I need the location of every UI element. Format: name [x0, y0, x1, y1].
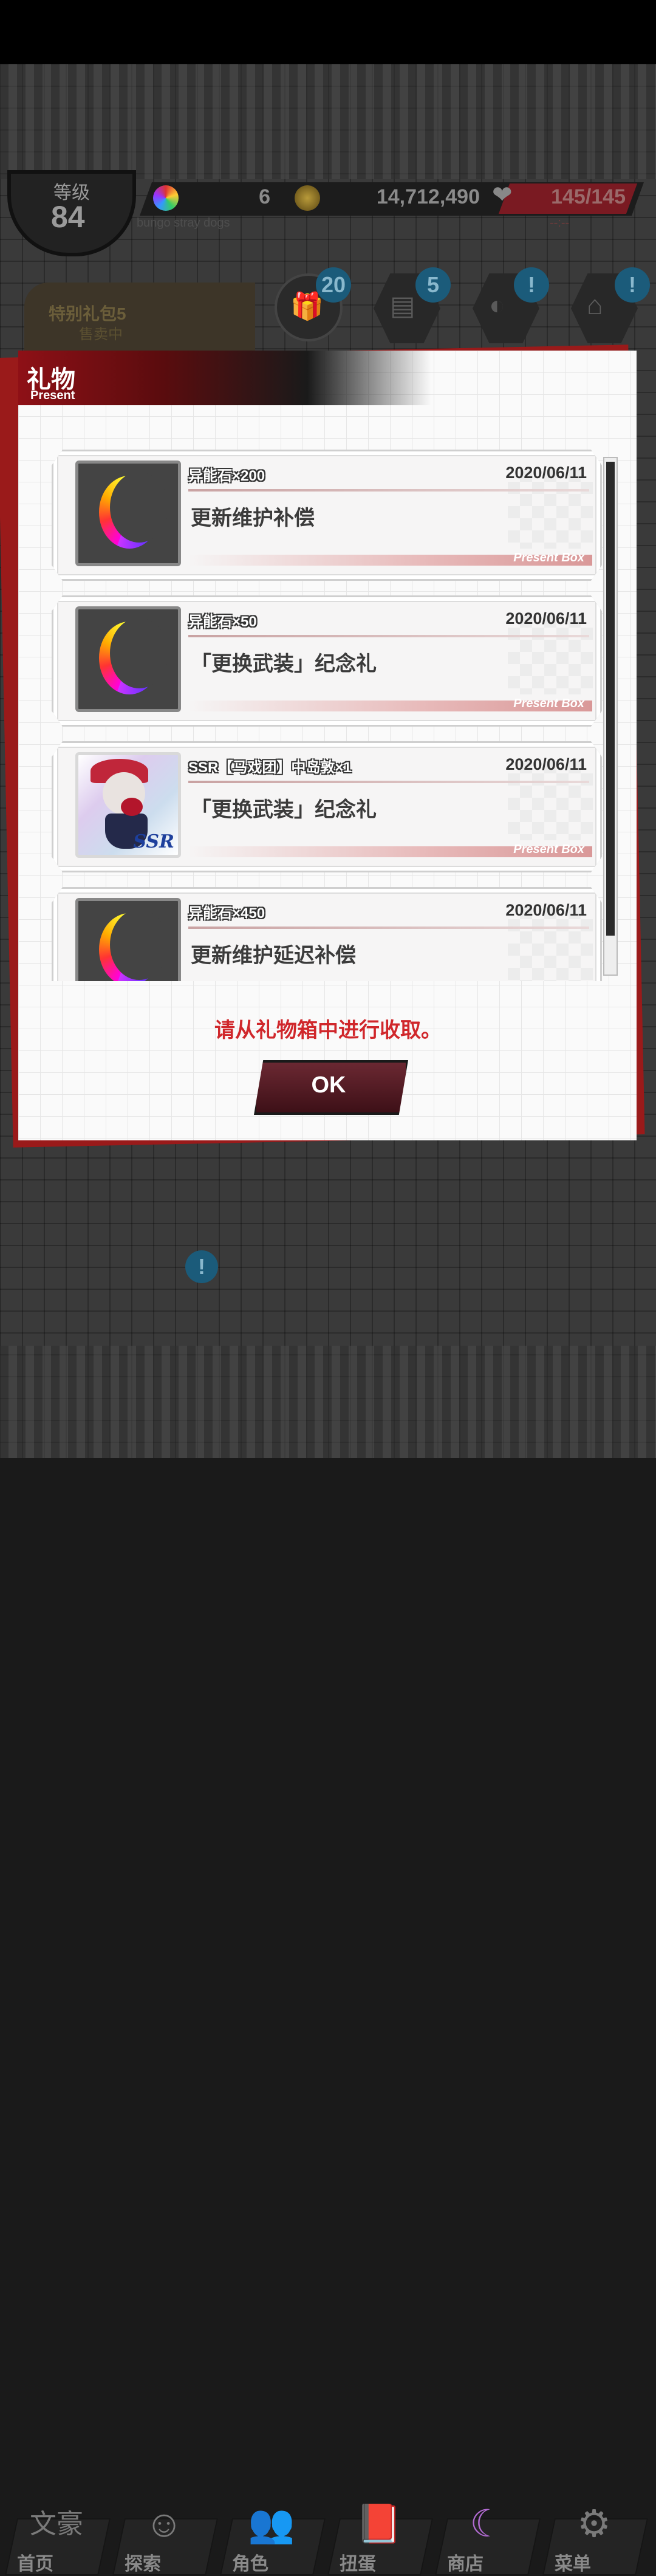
present-description: 「更换武装」纪念礼: [191, 798, 377, 821]
nav-label-home: 首页: [17, 2554, 53, 2574]
present-description: 更新维护补偿: [191, 507, 315, 530]
ability-stone-icon: [75, 606, 181, 712]
ability-stone-icon: [75, 898, 181, 981]
present-list[interactable]: 异能石×200 2020/06/11 更新维护补偿 Present Box 异能…: [52, 450, 604, 981]
present-date: 2020/06/11: [505, 901, 587, 919]
present-box-label: Present Box: [513, 551, 584, 564]
nav-item-explore[interactable]: ☺ 探索: [112, 2497, 218, 2576]
present-description: 「更换武装」纪念礼: [191, 653, 377, 676]
list-scrollbar[interactable]: [603, 457, 618, 976]
coin-icon: [295, 185, 320, 211]
nav-item-home[interactable]: 文豪 首页: [5, 2497, 111, 2576]
game-subtitle: bungo stray dogs: [137, 216, 230, 230]
stone-count: 6: [259, 185, 270, 208]
nav-item-characters[interactable]: 👥 角色: [220, 2497, 326, 2576]
present-date: 2020/06/11: [505, 609, 587, 628]
top-stripe: [0, 64, 656, 179]
present-date: 2020/06/11: [505, 464, 587, 482]
present-box-label: Present Box: [513, 697, 584, 710]
gift-badge: 20: [316, 267, 351, 303]
present-item[interactable]: 异能石×200 2020/06/11 更新维护补偿 Present Box: [52, 450, 602, 581]
explore-icon: ☺: [145, 2503, 183, 2545]
hp-value: 145/145: [551, 185, 626, 208]
present-item[interactable]: SSR SSR【马戏团】中岛敦×1 2020/06/11 「更换武装」纪念礼 P…: [52, 741, 602, 872]
nav-label-shop: 商店: [447, 2554, 483, 2574]
modal-subtitle: Present: [30, 389, 75, 402]
nav-label-explore: 探索: [125, 2554, 161, 2574]
mission-badge: 5: [415, 267, 451, 303]
scrollbar-thumb[interactable]: [606, 462, 615, 936]
present-name: SSR【马戏团】中岛敦×1: [188, 759, 352, 776]
banner-title: 特别礼包5: [49, 304, 126, 323]
present-name: 异能石×50: [188, 614, 257, 630]
users-icon: 👥: [248, 2503, 295, 2545]
rarity-label: SSR: [133, 831, 174, 852]
ok-button-label[interactable]: OK: [254, 1072, 403, 1098]
present-item[interactable]: 异能石×50 2020/06/11 「更换武装」纪念礼 Present Box: [52, 595, 602, 727]
bottom-stripe: [0, 1346, 656, 1458]
present-description: 更新维护延迟补偿: [191, 944, 356, 967]
level-value: 84: [51, 200, 85, 234]
present-name: 异能石×450: [188, 905, 265, 922]
ability-stone-icon: [75, 461, 181, 566]
explore-badge: !: [185, 1250, 218, 1283]
collect-notice: 请从礼物箱中进行收取。: [214, 1019, 442, 1042]
status-bar: [0, 0, 656, 64]
present-item[interactable]: 异能石×450 2020/06/11 更新维护延迟补偿: [52, 887, 602, 981]
bungo-logo-icon: 文豪: [30, 2509, 83, 2539]
nav-label-menu: 菜单: [555, 2554, 591, 2574]
hp-timer: --:--: [550, 216, 570, 230]
character-card-icon: SSR: [75, 752, 181, 858]
heart-icon: ❤: [492, 182, 513, 208]
gear-icon: ⚙: [577, 2503, 611, 2545]
ability-stone-icon: [153, 185, 179, 211]
building-icon: ⌂: [587, 290, 603, 320]
book-icon: 📕: [355, 2503, 403, 2545]
nav-item-gacha[interactable]: 📕 扭蛋: [327, 2497, 433, 2576]
nav-label-characters: 角色: [232, 2554, 268, 2574]
coin-count: 14,712,490: [376, 185, 480, 208]
building-badge: !: [615, 267, 650, 303]
nav-item-shop[interactable]: ☾ 商店: [435, 2497, 541, 2576]
ability-stone-icon: ☾: [470, 2503, 504, 2545]
present-name: 异能石×200: [188, 468, 265, 484]
event-badge: !: [514, 267, 549, 303]
present-box-label: Present Box: [513, 843, 584, 856]
nav-label-gacha: 扭蛋: [340, 2554, 376, 2574]
modal-header: [18, 351, 431, 405]
present-date: 2020/06/11: [505, 755, 587, 773]
globe-icon: ◐: [489, 290, 505, 320]
bottom-nav: 文豪 首页 ☺ 探索 👥 角色 📕 扭蛋 ☾ 商店 ⚙ 菜单: [0, 1239, 656, 2575]
document-icon: ▤: [390, 291, 415, 321]
banner-subtitle: 售卖中: [79, 326, 123, 343]
nav-item-menu[interactable]: ⚙ 菜单: [542, 2497, 648, 2576]
